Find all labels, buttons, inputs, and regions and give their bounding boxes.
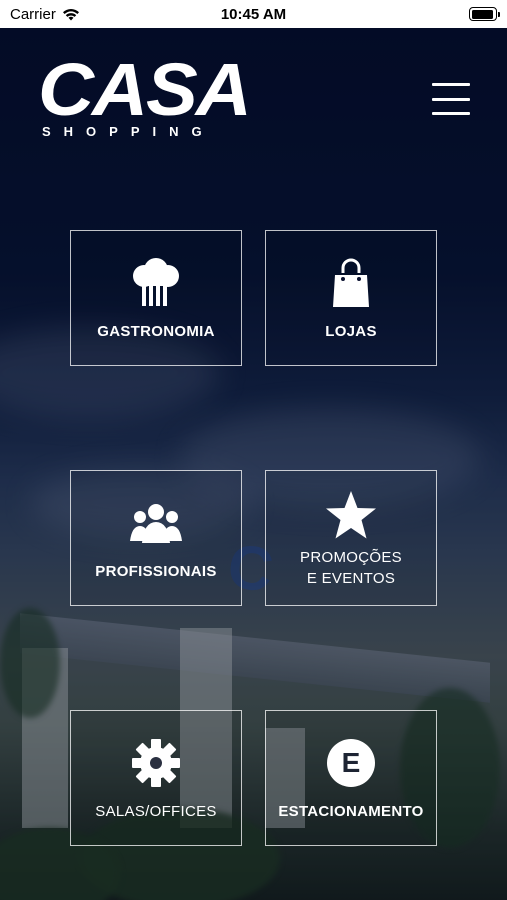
parking-e-icon: E <box>323 735 379 791</box>
tile-label: SALAS/OFFICES <box>95 802 217 820</box>
people-group-icon <box>128 495 184 551</box>
battery-icon <box>469 7 500 21</box>
tile-promocoes-eventos[interactable]: PROMOÇÕES E EVENTOS <box>265 470 437 606</box>
logo-main-text: CASA <box>38 48 252 131</box>
tile-estacionamento[interactable]: E ESTACIONAMENTO <box>265 710 437 846</box>
chef-hat-icon <box>128 255 184 311</box>
menu-line <box>432 83 470 86</box>
casa-shopping-logo: CASA SHOPPING <box>38 53 253 140</box>
tile-label: LOJAS <box>325 322 377 340</box>
gear-icon <box>128 735 184 791</box>
star-icon <box>323 487 379 543</box>
battery-fill <box>471 9 494 19</box>
status-left: Carrier <box>10 6 80 23</box>
tile-label: PROFISSIONAIS <box>95 562 217 580</box>
tile-salas-offices[interactable]: SALAS/OFFICES <box>70 710 242 846</box>
shopping-bag-icon <box>323 255 379 311</box>
wifi-icon <box>62 8 79 20</box>
tile-gastronomia[interactable]: GASTRONOMIA <box>70 230 242 366</box>
tile-label: ESTACIONAMENTO <box>278 802 424 820</box>
tile-label: PROMOÇÕES E EVENTOS <box>300 549 402 587</box>
tile-profissionais[interactable]: PROFISSIONAIS <box>70 470 242 606</box>
hamburger-menu-button[interactable] <box>432 82 470 116</box>
tile-label: GASTRONOMIA <box>97 322 215 340</box>
status-bar: Carrier 10:45 AM <box>0 0 507 28</box>
carrier-label: Carrier <box>10 5 56 23</box>
svg-text:E: E <box>342 747 361 778</box>
menu-line <box>432 112 470 115</box>
menu-line <box>432 97 470 101</box>
tile-lojas[interactable]: LOJAS <box>265 230 437 366</box>
